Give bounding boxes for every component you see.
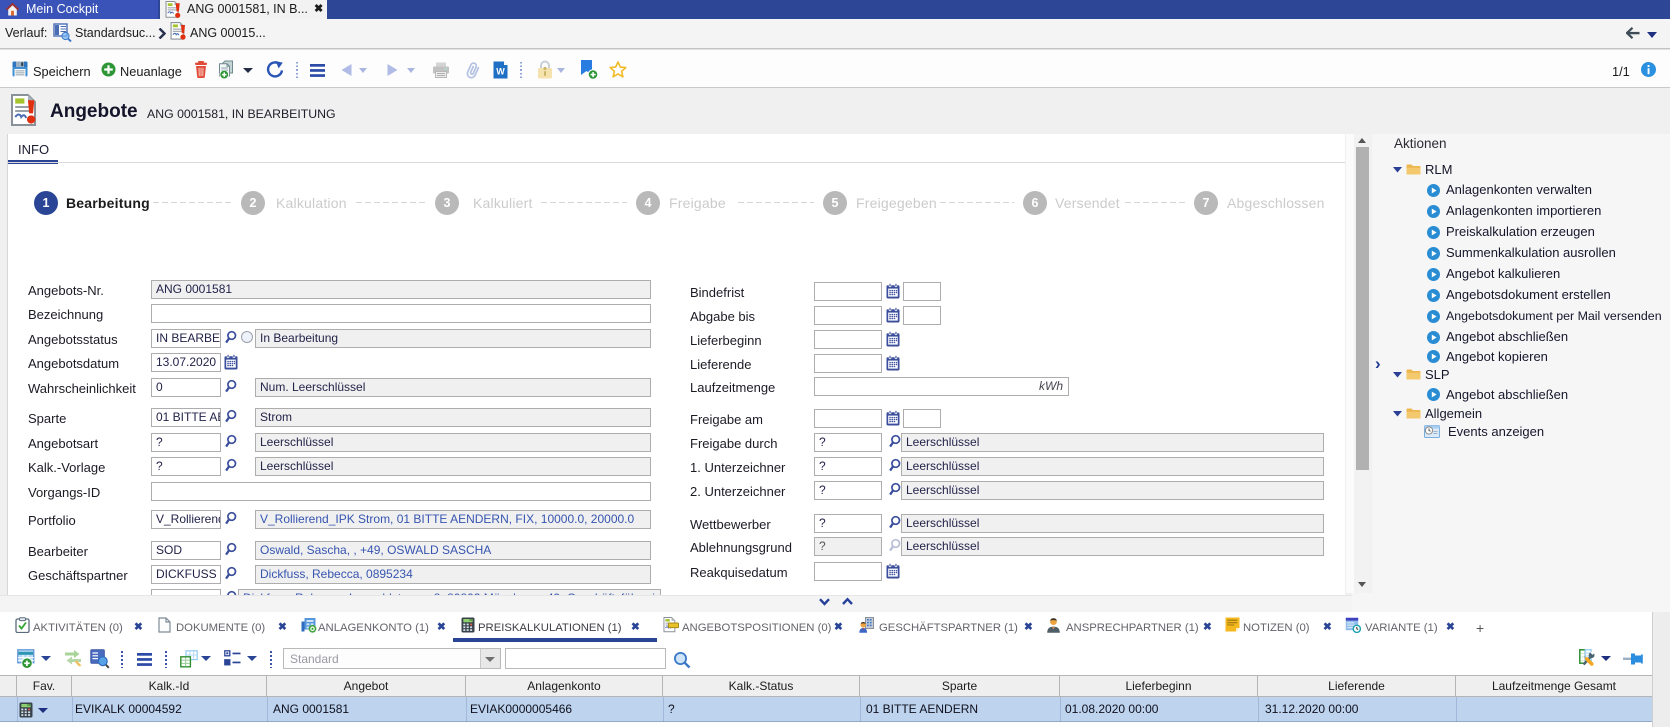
svg-text:W: W (496, 67, 505, 77)
